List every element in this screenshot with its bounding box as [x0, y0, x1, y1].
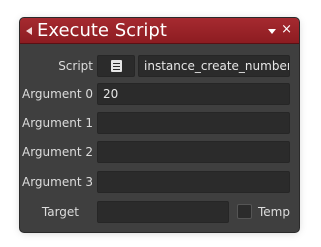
window-title: Execute Script — [37, 20, 167, 41]
execute-script-dialog: Execute Script × Script instance_create_… — [19, 17, 300, 233]
script-icon — [111, 60, 122, 72]
argument-1-field[interactable] — [97, 112, 290, 134]
dropdown-arrow-icon[interactable] — [268, 29, 276, 34]
title-bar[interactable]: Execute Script × — [20, 18, 299, 44]
target-label: Target — [41, 205, 79, 219]
collapse-arrow-icon[interactable] — [26, 27, 32, 35]
argument-3-label: Argument 3 — [22, 175, 93, 189]
close-icon[interactable]: × — [281, 22, 292, 38]
argument-0-field[interactable]: 20 — [97, 83, 290, 105]
script-name-field[interactable]: instance_create_number — [138, 55, 290, 77]
argument-1-label: Argument 1 — [22, 116, 93, 130]
argument-3-field[interactable] — [97, 171, 290, 193]
argument-2-label: Argument 2 — [22, 145, 93, 159]
temp-checkbox[interactable] — [237, 204, 252, 219]
temp-label: Temp — [258, 205, 290, 219]
target-field[interactable] — [97, 201, 229, 223]
script-label: Script — [58, 59, 93, 73]
script-picker-button[interactable] — [97, 55, 135, 77]
argument-2-field[interactable] — [97, 141, 290, 163]
argument-0-label: Argument 0 — [22, 87, 93, 101]
